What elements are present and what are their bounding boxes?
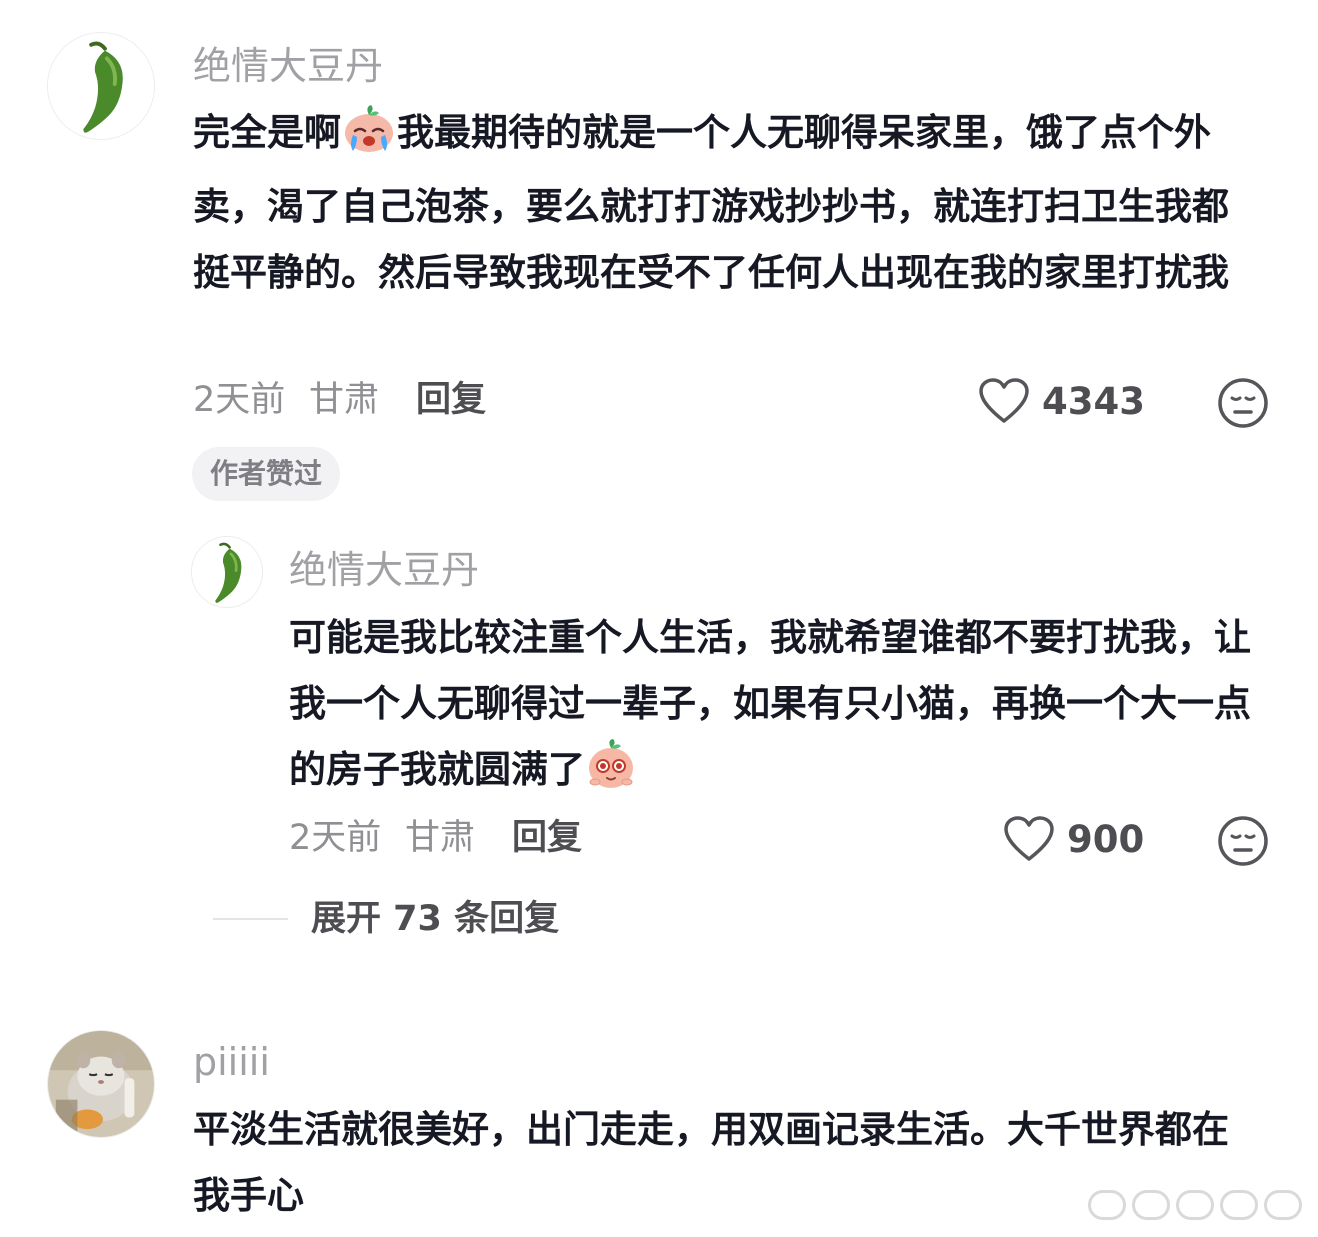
reply-text-part-1: 可能是我比较注重个人生活，我就希望谁都不要打扰我，让我一个人无聊得过一辈子，如果…: [289, 616, 1251, 791]
heart-icon: [1004, 816, 1054, 861]
expand-replies-button[interactable]: 展开 73 条回复: [311, 902, 559, 937]
reply-username[interactable]: 绝情大豆丹: [289, 551, 479, 589]
comment-location: 甘肃: [309, 380, 380, 420]
like-count: 4343: [1042, 379, 1145, 423]
author-liked-badge: 作者赞过: [192, 447, 341, 501]
chili-pepper-avatar-icon: [192, 537, 262, 607]
username[interactable]: piiiii: [193, 1043, 270, 1081]
avatar[interactable]: [47, 32, 155, 140]
crying-face-emoji-icon: [341, 103, 397, 174]
chili-pepper-avatar-icon: [48, 33, 154, 139]
watermark-pill-icon: [1132, 1190, 1170, 1220]
comment-body: 完全是啊 我最期待的就是一个人无聊得呆家里，饿了点个外卖，渴了自己泡茶，要么就打…: [193, 100, 1263, 306]
reply-button[interactable]: 回复: [416, 383, 486, 418]
reply-body: 可能是我比较注重个人生活，我就希望谁都不要打扰我，让我一个人无聊得过一辈子，如果…: [289, 605, 1259, 811]
watermark-pill-icon: [1088, 1190, 1126, 1220]
hamster-avatar-icon: [48, 1031, 154, 1137]
meh-face-icon: [1218, 378, 1268, 428]
reply-text: 可能是我比较注重个人生活，我就希望谁都不要打扰我，让我一个人无聊得过一辈子，如果…: [289, 605, 1259, 811]
teary-eyes-emoji-icon: [585, 738, 637, 811]
avatar[interactable]: [47, 1030, 155, 1138]
reply-like-count: 900: [1067, 817, 1145, 861]
reply-like-button[interactable]: 900: [1003, 815, 1144, 863]
watermark: [1088, 1190, 1302, 1220]
like-button[interactable]: 4343: [978, 377, 1145, 425]
watermark-pill-icon: [1176, 1190, 1214, 1220]
comment-text-part-1: 完全是啊: [193, 111, 341, 154]
watermark-pill-icon: [1220, 1190, 1258, 1220]
dislike-button[interactable]: [1217, 377, 1269, 429]
username[interactable]: 绝情大豆丹: [193, 47, 383, 85]
watermark-pill-icon: [1264, 1190, 1302, 1220]
reply-avatar[interactable]: [191, 536, 263, 608]
comment-time: 2天前: [193, 380, 286, 420]
reply-reply-button[interactable]: 回复: [512, 821, 582, 856]
reply-location: 甘肃: [405, 818, 476, 858]
heart-icon: [979, 378, 1029, 423]
meh-face-icon: [1218, 816, 1268, 866]
expand-divider: [213, 918, 288, 920]
reply-dislike-button[interactable]: [1217, 815, 1269, 867]
comment-text: 完全是啊 我最期待的就是一个人无聊得呆家里，饿了点个外卖，渴了自己泡茶，要么就打…: [193, 100, 1263, 306]
reply-time: 2天前: [289, 818, 382, 858]
